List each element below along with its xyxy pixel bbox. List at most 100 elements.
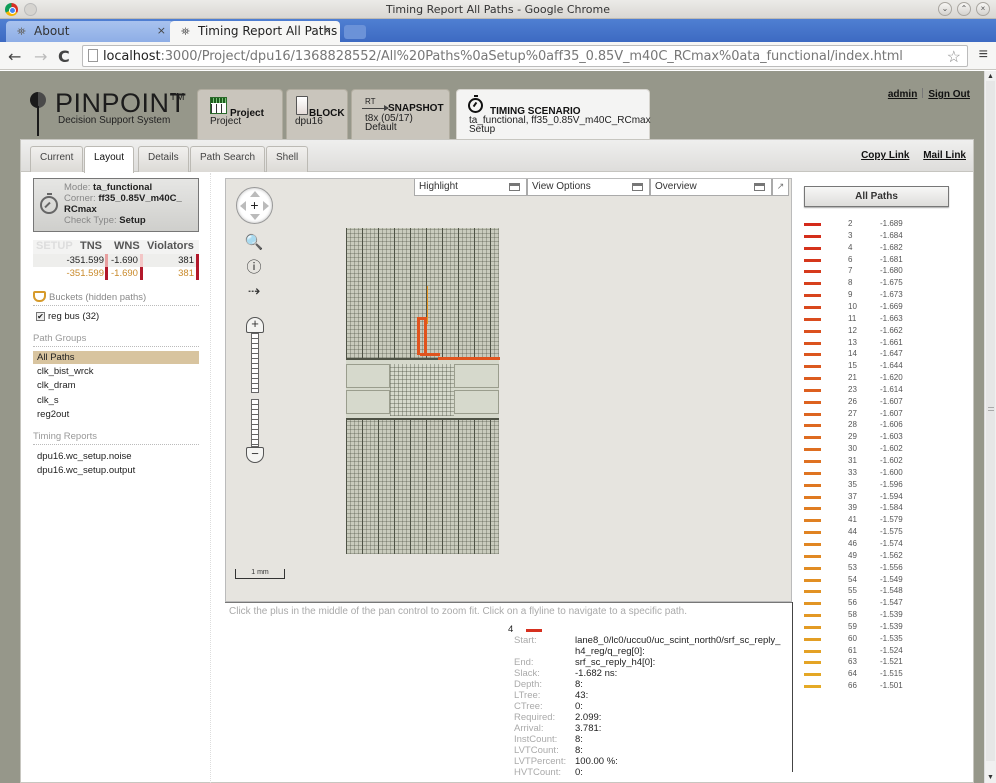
path-group-all-paths[interactable]: All Paths bbox=[33, 351, 199, 364]
legend-path-item[interactable]: 2 -1.689 bbox=[804, 219, 954, 230]
timing-report-noise[interactable]: dpu16.wc_setup.noise bbox=[33, 450, 199, 463]
path-group-reg2out[interactable]: reg2out bbox=[33, 408, 199, 421]
pan-down-arrow[interactable] bbox=[250, 214, 260, 220]
browser-tab-timing-report[interactable]: ⛯ Timing Report All Paths × bbox=[170, 21, 340, 42]
scrollbar-thumb[interactable] bbox=[986, 81, 995, 761]
close-tab-icon[interactable]: × bbox=[157, 24, 166, 37]
legend-path-item[interactable]: 35 -1.596 bbox=[804, 480, 954, 491]
info-icon[interactable]: ⓘ bbox=[244, 259, 264, 277]
scroll-down-arrow[interactable]: ▼ bbox=[987, 774, 994, 781]
back-button[interactable]: ← bbox=[8, 47, 21, 66]
legend-path-item[interactable]: 58 -1.539 bbox=[804, 610, 954, 621]
context-tab-timing-scenario[interactable]: TIMING SCENARIO ta_functional, ff35_0.85… bbox=[456, 89, 651, 139]
chrome-menu-icon[interactable]: ≡ bbox=[979, 46, 988, 64]
close-window-button[interactable]: × bbox=[976, 2, 990, 16]
popout-icon[interactable]: ↗ bbox=[772, 179, 789, 196]
metrics-row[interactable]: -351.599 -1.690 381 bbox=[33, 267, 199, 280]
legend-path-item[interactable]: 30 -1.602 bbox=[804, 444, 954, 455]
bucket-checkbox[interactable]: ✔ bbox=[36, 312, 45, 321]
legend-path-item[interactable]: 53 -1.556 bbox=[804, 563, 954, 574]
mail-link[interactable]: Mail Link bbox=[923, 150, 966, 161]
legend-path-item[interactable]: 13 -1.661 bbox=[804, 338, 954, 349]
sign-out-link[interactable]: Sign Out bbox=[928, 89, 970, 100]
buckets-header[interactable]: Buckets (hidden paths) bbox=[33, 291, 146, 303]
zoom-slider[interactable]: + − bbox=[246, 317, 264, 463]
legend-path-item[interactable]: 29 -1.603 bbox=[804, 432, 954, 443]
path-group-clk-bist-wrck[interactable]: clk_bist_wrck bbox=[33, 365, 199, 378]
zoom-out-icon[interactable]: − bbox=[246, 447, 264, 463]
pan-control[interactable]: + bbox=[236, 187, 273, 224]
legend-path-item[interactable]: 28 -1.606 bbox=[804, 420, 954, 431]
tab-shell[interactable]: Shell bbox=[266, 146, 309, 172]
copy-link[interactable]: Copy Link bbox=[861, 150, 909, 161]
flyline[interactable] bbox=[417, 319, 420, 355]
context-tab-snapshot[interactable]: RT SNAPSHOT t8x (05/17) Default bbox=[351, 89, 450, 139]
scenario-summary[interactable]: Mode: ta_functional Corner: ff35_0.85V_m… bbox=[33, 178, 199, 232]
legend-path-item[interactable]: 39 -1.584 bbox=[804, 503, 954, 514]
legend-path-item[interactable]: 64 -1.515 bbox=[804, 669, 954, 680]
flyline[interactable] bbox=[420, 353, 440, 356]
bucket-item[interactable]: ✔ reg bus (32) bbox=[36, 311, 99, 322]
timing-report-output[interactable]: dpu16.wc_setup.output bbox=[33, 464, 199, 477]
zoom-in-icon[interactable]: + bbox=[246, 317, 264, 333]
legend-path-item[interactable]: 21 -1.620 bbox=[804, 373, 954, 384]
tab-details[interactable]: Details bbox=[138, 146, 189, 172]
reload-button[interactable]: C bbox=[58, 47, 70, 66]
legend-path-item[interactable]: 66 -1.501 bbox=[804, 681, 954, 692]
legend-path-item[interactable]: 23 -1.614 bbox=[804, 385, 954, 396]
legend-path-item[interactable]: 11 -1.663 bbox=[804, 314, 954, 325]
maximize-button[interactable]: ⌃ bbox=[957, 2, 971, 16]
legend-path-item[interactable]: 4 -1.682 bbox=[804, 243, 954, 254]
legend-path-item[interactable]: 55 -1.548 bbox=[804, 586, 954, 597]
user-link[interactable]: admin bbox=[888, 89, 917, 100]
legend-path-item[interactable]: 59 -1.539 bbox=[804, 622, 954, 633]
flyline-tool-icon[interactable]: ⇢ bbox=[244, 283, 264, 301]
legend-path-item[interactable]: 54 -1.549 bbox=[804, 575, 954, 586]
tab-path-search[interactable]: Path Search bbox=[190, 146, 266, 172]
legend-path-item[interactable]: 33 -1.600 bbox=[804, 468, 954, 479]
legend-path-item[interactable]: 27 -1.607 bbox=[804, 409, 954, 420]
legend-path-item[interactable]: 56 -1.547 bbox=[804, 598, 954, 609]
view-options-dropdown[interactable]: View Options bbox=[527, 179, 650, 196]
context-tab-project[interactable]: Project Project bbox=[197, 89, 283, 139]
tab-current[interactable]: Current bbox=[30, 146, 84, 172]
legend-path-item[interactable]: 15 -1.644 bbox=[804, 361, 954, 372]
metrics-row[interactable]: -351.599 -1.690 381 bbox=[33, 254, 199, 267]
legend-path-item[interactable]: 60 -1.535 bbox=[804, 634, 954, 645]
flyline[interactable] bbox=[424, 319, 427, 355]
legend-path-item[interactable]: 14 -1.647 bbox=[804, 349, 954, 360]
legend-path-item[interactable]: 37 -1.594 bbox=[804, 492, 954, 503]
address-bar[interactable]: localhost:3000/Project/dpu16/1368828552/… bbox=[82, 45, 968, 67]
path-group-clk-dram[interactable]: clk_dram bbox=[33, 379, 199, 392]
zoom-slider-track-lower[interactable] bbox=[251, 399, 259, 447]
chip-layout[interactable] bbox=[346, 228, 500, 554]
minimize-button[interactable]: ⌄ bbox=[938, 2, 952, 16]
legend-path-item[interactable]: 61 -1.524 bbox=[804, 646, 954, 657]
flyline[interactable] bbox=[427, 286, 428, 324]
legend-path-item[interactable]: 63 -1.521 bbox=[804, 657, 954, 668]
legend-path-item[interactable]: 10 -1.669 bbox=[804, 302, 954, 313]
flyline[interactable] bbox=[417, 317, 427, 320]
flyline[interactable] bbox=[438, 357, 500, 360]
tab-layout[interactable]: Layout bbox=[84, 146, 135, 173]
zoom-slider-track-upper[interactable] bbox=[251, 333, 259, 393]
legend-path-item[interactable]: 44 -1.575 bbox=[804, 527, 954, 538]
zoom-fit-plus-icon[interactable]: + bbox=[237, 197, 272, 213]
legend-path-item[interactable]: 8 -1.675 bbox=[804, 278, 954, 289]
legend-path-item[interactable]: 46 -1.574 bbox=[804, 539, 954, 550]
page-scrollbar[interactable]: ▲ ▼ bbox=[984, 71, 996, 783]
legend-path-item[interactable]: 49 -1.562 bbox=[804, 551, 954, 562]
overview-dropdown[interactable]: Overview bbox=[650, 179, 772, 196]
close-tab-icon[interactable]: × bbox=[323, 24, 332, 37]
legend-path-item[interactable]: 12 -1.662 bbox=[804, 326, 954, 337]
new-tab-button[interactable] bbox=[344, 25, 366, 39]
all-paths-button[interactable]: All Paths bbox=[804, 186, 949, 207]
legend-path-item[interactable]: 3 -1.684 bbox=[804, 231, 954, 242]
legend-path-item[interactable]: 6 -1.681 bbox=[804, 255, 954, 266]
scroll-up-arrow[interactable]: ▲ bbox=[987, 73, 994, 80]
legend-path-item[interactable]: 41 -1.579 bbox=[804, 515, 954, 526]
legend-path-item[interactable]: 26 -1.607 bbox=[804, 397, 954, 408]
zoom-box-icon[interactable]: 🔍 bbox=[244, 234, 264, 252]
legend-path-item[interactable]: 7 -1.680 bbox=[804, 266, 954, 277]
legend-path-item[interactable]: 31 -1.602 bbox=[804, 456, 954, 467]
